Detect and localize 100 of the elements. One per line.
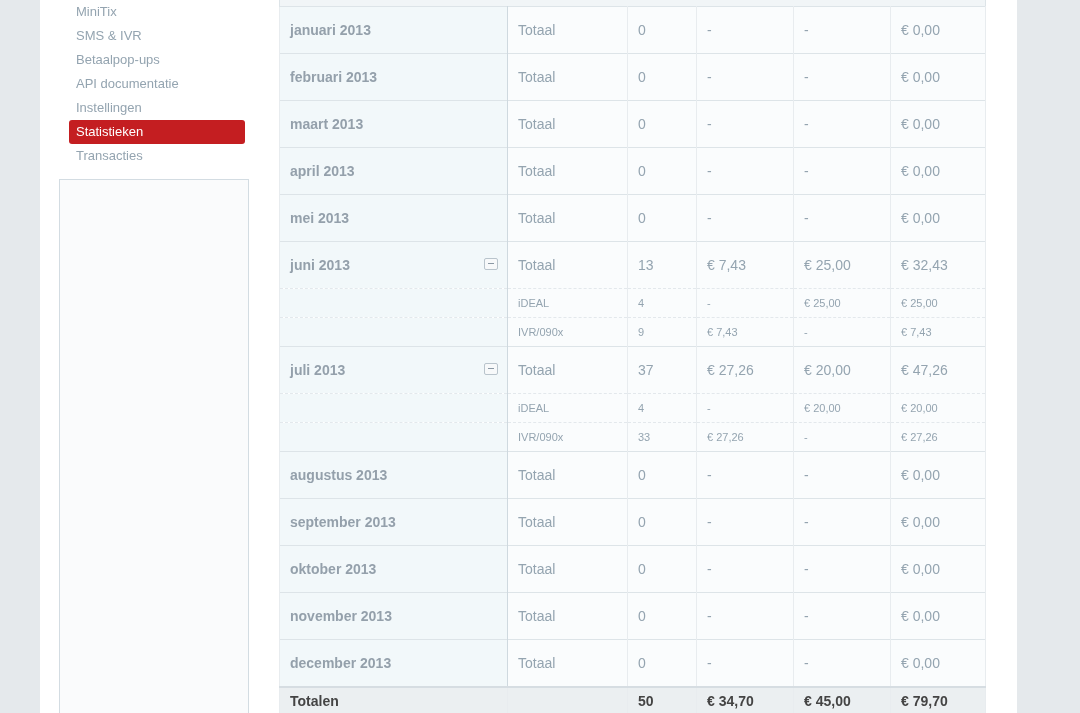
sidebar-item[interactable]: MiniTix xyxy=(69,0,245,24)
table-cell: 50 xyxy=(638,693,654,709)
table-cell: Totaal xyxy=(518,467,556,483)
table-cell: 0 xyxy=(638,210,646,226)
table-cell: - xyxy=(707,467,712,483)
table-cell: - xyxy=(804,22,809,38)
table-cell: - xyxy=(707,514,712,530)
table-cell: - xyxy=(804,431,808,443)
table-cell: Totaal xyxy=(518,362,556,378)
table-cell: € 47,26 xyxy=(901,362,948,378)
table-cell: € 27,26 xyxy=(707,362,754,378)
table-cell: Totaal xyxy=(518,608,556,624)
sidebar-item[interactable]: SMS & IVR xyxy=(69,24,245,48)
table-cell: 0 xyxy=(638,163,646,179)
table-cell: 4 xyxy=(638,297,645,309)
table-cell: - xyxy=(707,608,712,624)
table-cell: € 79,70 xyxy=(901,693,948,709)
table-cell: 0 xyxy=(638,22,646,38)
table-cell: - xyxy=(804,467,809,483)
table-cell: Totaal xyxy=(518,655,556,671)
table-cell: 0 xyxy=(638,467,646,483)
table-cell: - xyxy=(804,210,809,226)
table-cell: Totaal xyxy=(518,163,556,179)
table-cell: - xyxy=(804,561,809,577)
table-cell: 0 xyxy=(638,561,646,577)
table-cell: - xyxy=(804,163,809,179)
table-cell: 37 xyxy=(638,362,654,378)
table-cell: € 0,00 xyxy=(901,467,940,483)
table-cell: € 7,43 xyxy=(707,257,746,273)
table-cell: - xyxy=(707,163,712,179)
month-label: oktober 2013 xyxy=(290,561,377,577)
table-cell: € 0,00 xyxy=(901,514,940,530)
table-cell: - xyxy=(707,69,712,85)
table-cell: 0 xyxy=(638,514,646,530)
table-cell: € 25,00 xyxy=(804,257,851,273)
table-cell: Totaal xyxy=(518,69,556,85)
table-cell: - xyxy=(804,116,809,132)
table-cell: 4 xyxy=(638,402,645,414)
table-cell: Totaal xyxy=(518,116,556,132)
table-cell: € 20,00 xyxy=(804,402,841,414)
table-cell: 0 xyxy=(638,116,646,132)
sidebar-item[interactable]: Transacties xyxy=(69,144,245,168)
sidebar-item[interactable]: Statistieken xyxy=(69,120,245,144)
collapse-icon[interactable] xyxy=(484,363,498,375)
table-cell: - xyxy=(804,326,808,338)
table-cell: Totaal xyxy=(518,22,556,38)
month-label: juni 2013 xyxy=(290,257,350,273)
table-cell: 0 xyxy=(638,655,646,671)
table-cell: € 27,26 xyxy=(707,431,744,443)
table-cell: - xyxy=(707,116,712,132)
table-cell: € 25,00 xyxy=(804,297,841,309)
table-cell: - xyxy=(707,655,712,671)
totals-label: Totalen xyxy=(290,693,339,709)
table-cell: 0 xyxy=(638,69,646,85)
table-cell: € 45,00 xyxy=(804,693,851,709)
table-cell: Totaal xyxy=(518,561,556,577)
table-cell: € 7,43 xyxy=(707,326,738,338)
month-label: april 2013 xyxy=(290,163,355,179)
table-cell: - xyxy=(804,514,809,530)
table-cell: Totaal xyxy=(518,514,556,530)
sidebar-item[interactable]: API documentatie xyxy=(69,72,245,96)
month-label: november 2013 xyxy=(290,608,392,624)
table-cell: € 0,00 xyxy=(901,655,940,671)
table-cell: Totaal xyxy=(518,210,556,226)
table-cell: 9 xyxy=(638,326,645,338)
month-label: mei 2013 xyxy=(290,210,350,226)
table-cell: € 0,00 xyxy=(901,22,940,38)
sidebar-item[interactable]: Betaalpop-ups xyxy=(69,48,245,72)
table-cell: € 32,43 xyxy=(901,257,948,273)
month-label: februari 2013 xyxy=(290,69,378,85)
table-cell: € 0,00 xyxy=(901,210,940,226)
month-label: januari 2013 xyxy=(290,22,371,38)
table-cell: - xyxy=(707,210,712,226)
collapse-icon[interactable] xyxy=(484,258,498,270)
table-cell: IVR/090x xyxy=(518,326,564,338)
table-cell: € 0,00 xyxy=(901,561,940,577)
table-cell: - xyxy=(804,608,809,624)
table-cell: 33 xyxy=(638,431,651,443)
table-cell: € 0,00 xyxy=(901,163,940,179)
table-cell: € 0,00 xyxy=(901,69,940,85)
table-cell: € 20,00 xyxy=(901,402,938,414)
table-cell: € 34,70 xyxy=(707,693,754,709)
table-cell: € 27,26 xyxy=(901,431,938,443)
table-cell: - xyxy=(804,655,809,671)
table-cell: € 7,43 xyxy=(901,326,932,338)
table-cell: - xyxy=(707,297,711,309)
table-cell: € 25,00 xyxy=(901,297,938,309)
table-cell: - xyxy=(707,402,711,414)
table-cell: - xyxy=(707,22,712,38)
table-cell: IVR/090x xyxy=(518,431,564,443)
month-label: maart 2013 xyxy=(290,116,364,132)
table-cell: 0 xyxy=(638,608,646,624)
table-cell: iDEAL xyxy=(518,297,550,309)
table-cell: - xyxy=(707,561,712,577)
sidebar-item[interactable]: Instellingen xyxy=(69,96,245,120)
table-cell: 13 xyxy=(638,257,654,273)
month-label: augustus 2013 xyxy=(290,467,388,483)
table-cell: iDEAL xyxy=(518,402,550,414)
table-cell: € 20,00 xyxy=(804,362,851,378)
table-cell: Totaal xyxy=(518,257,556,273)
